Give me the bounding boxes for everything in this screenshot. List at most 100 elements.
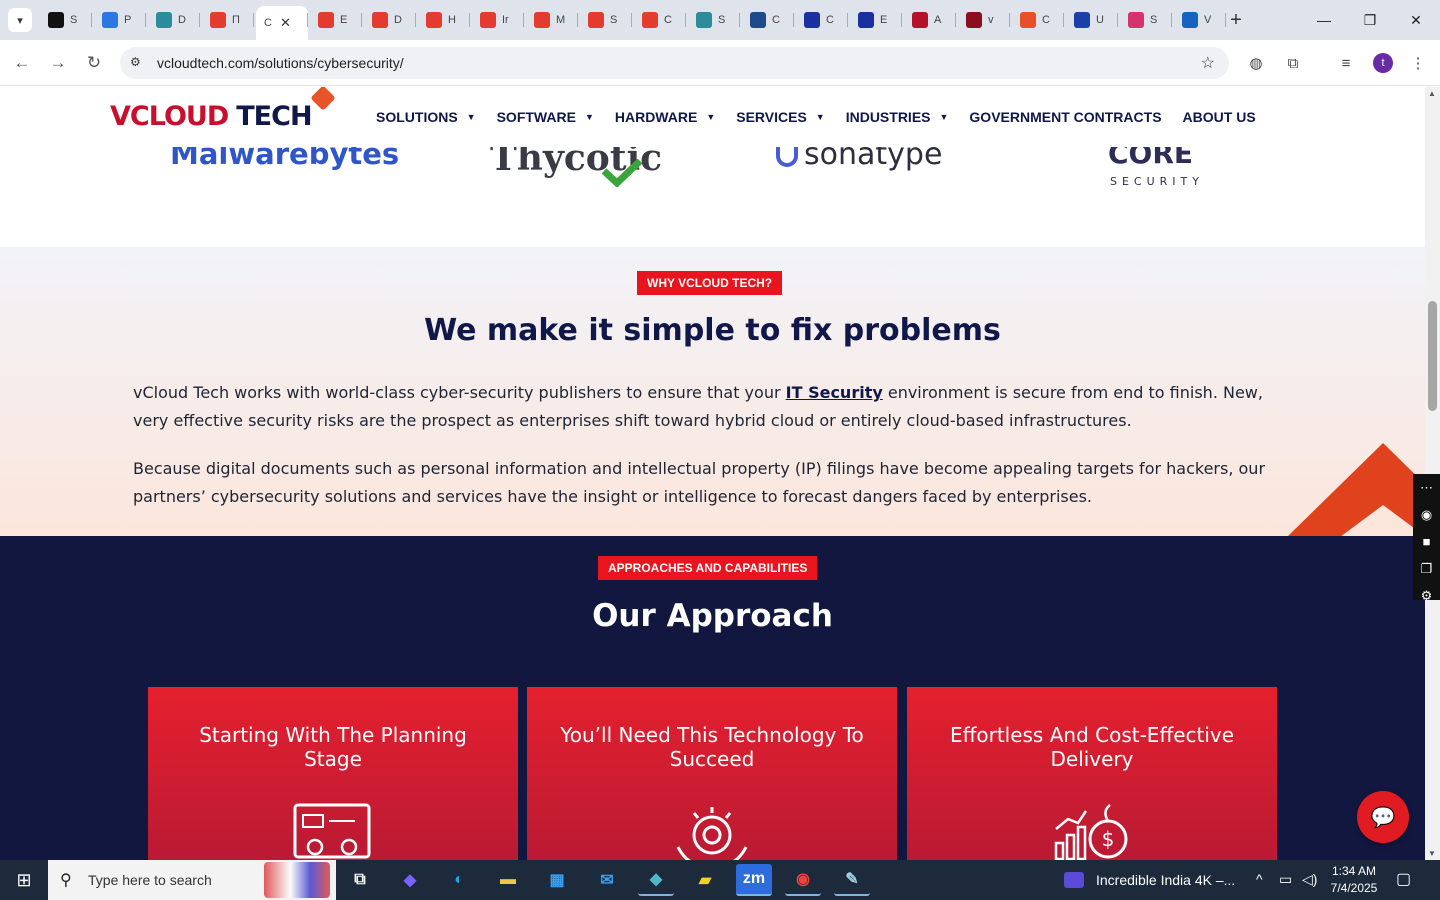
browser-tab[interactable]: S	[580, 6, 632, 34]
browser-tab[interactable]: C	[1012, 6, 1064, 34]
nav-item-solutions[interactable]: SOLUTIONS ▼	[376, 109, 476, 125]
browser-tab[interactable]: P	[94, 6, 146, 34]
scrollbar-thumb[interactable]	[1428, 301, 1437, 411]
reload-button[interactable]: ↻	[82, 51, 106, 75]
tab-label: S	[718, 14, 726, 26]
more-options-icon[interactable]: ⋯	[1413, 474, 1440, 501]
volume-icon[interactable]: ◁)	[1302, 871, 1317, 888]
media-control-icon[interactable]: ≡	[1336, 53, 1356, 73]
sticky-notes-icon[interactable]: ▰	[687, 864, 723, 896]
browser-tab[interactable]: Ir	[472, 6, 524, 34]
approach-title: Our Approach	[592, 598, 833, 634]
caret-down-icon: ▼	[706, 112, 716, 122]
teal-app-icon[interactable]: ◆	[638, 864, 674, 896]
tab-search-button[interactable]: ▾	[8, 8, 32, 32]
maximize-button[interactable]: ❐	[1347, 0, 1393, 40]
tab-label: C	[664, 14, 672, 26]
browser-tab[interactable]: S	[688, 6, 740, 34]
browser-tab[interactable]: M	[526, 6, 578, 34]
browser-tab[interactable]: S	[1120, 6, 1172, 34]
browser-tab[interactable]: C ✕	[256, 6, 308, 40]
new-tab-button[interactable]: +	[1224, 8, 1248, 32]
copilot-icon[interactable]: ◆	[392, 864, 428, 896]
browser-tab[interactable]: C	[742, 6, 794, 34]
network-icon[interactable]: ▭	[1279, 871, 1292, 888]
microsoft-store-icon[interactable]: ▦	[539, 864, 575, 896]
browser-tab[interactable]: v	[958, 6, 1010, 34]
task-view-icon[interactable]: ⧉	[342, 864, 378, 896]
browser-tab[interactable]: D	[148, 6, 200, 34]
thycotic-logo: Thycotic	[490, 147, 662, 187]
site-info-icon[interactable]: ⚙	[130, 55, 141, 69]
browser-tab[interactable]: C	[796, 6, 848, 34]
nav-item-services[interactable]: SERVICES ▼	[736, 109, 824, 125]
it-security-link[interactable]: IT Security	[786, 383, 883, 402]
windows-start-icon[interactable]: ⊞	[0, 860, 48, 900]
nav-item-about-us[interactable]: ABOUT US	[1183, 109, 1256, 125]
paint-icon[interactable]: ✎	[834, 864, 870, 896]
video-camera-icon[interactable]: ■	[1413, 528, 1440, 555]
browser-tab-strip: ▾ S P D П C ✕ E D H Ir M S C S C C E Av C U S V + — ❐ ✕	[0, 0, 1440, 40]
card-title: Starting With The Planning Stage	[199, 723, 467, 771]
action-center-icon[interactable]: ▢	[1396, 869, 1411, 889]
camera-icon[interactable]: ◉	[1413, 501, 1440, 528]
nav-item-industries[interactable]: INDUSTRIES ▼	[846, 109, 949, 125]
mail-icon[interactable]: ✉	[589, 864, 625, 896]
vcloud-tech-logo[interactable]: V CLOUD TECH	[110, 87, 336, 133]
browser-tab[interactable]: V	[1174, 6, 1226, 34]
window-icon[interactable]: ❐	[1413, 555, 1440, 582]
nav-item-hardware[interactable]: HARDWARE ▼	[615, 109, 715, 125]
checkmark-icon	[602, 159, 642, 187]
taskbar-search-box[interactable]: ⚲ Type here to search	[48, 860, 336, 900]
tab-label: D	[394, 14, 402, 26]
red-tag-icon	[372, 12, 388, 28]
bookmark-star-icon[interactable]: ☆	[1201, 53, 1215, 73]
browser-tab[interactable]: E	[310, 6, 362, 34]
scroll-down-arrow-icon[interactable]: ▼	[1428, 849, 1436, 858]
card-title: Effortless And Cost-Effective Delivery	[949, 723, 1235, 771]
taskbar-clock[interactable]: 1:34 AM 7/4/2025	[1318, 863, 1390, 897]
red-tag-icon	[642, 12, 658, 28]
red-tag-icon	[480, 12, 496, 28]
translate-icon[interactable]: ◍	[1246, 53, 1266, 73]
caret-down-icon: ▼	[584, 112, 594, 122]
tab-separator	[685, 13, 686, 27]
close-tab-icon[interactable]: ✕	[280, 15, 291, 31]
browser-tab[interactable]: A	[904, 6, 956, 34]
browser-tab[interactable]: U	[1066, 6, 1118, 34]
extensions-icon[interactable]: ⧉	[1283, 53, 1303, 73]
tab-separator	[847, 13, 848, 27]
file-explorer-icon[interactable]: ▬	[490, 864, 526, 896]
zoom-icon[interactable]: zm	[736, 864, 772, 896]
nav-item-government-contracts[interactable]: GOVERNMENT CONTRACTS	[969, 109, 1161, 125]
browser-tab[interactable]: П	[202, 6, 254, 34]
menu-kebab-icon[interactable]: ⋮	[1408, 53, 1428, 73]
browser-tab[interactable]: H	[418, 6, 470, 34]
card-title: You’ll Need This Technology To Succeed	[560, 723, 864, 771]
browser-tab[interactable]: D	[364, 6, 416, 34]
minimize-button[interactable]: —	[1301, 0, 1347, 40]
media-notification[interactable]: Incredible India 4K –...	[1064, 860, 1235, 900]
chrome-icon[interactable]: ◉	[785, 864, 821, 896]
settings-gear-icon[interactable]: ⚙	[1413, 582, 1440, 609]
money-growth-icon: $	[1054, 804, 1128, 860]
nav-item-software[interactable]: SOFTWARE ▼	[497, 109, 594, 125]
chat-bubble-button[interactable]: 💬	[1357, 791, 1409, 843]
back-button[interactable]: ←	[10, 51, 34, 75]
profile-avatar[interactable]: t	[1373, 53, 1393, 73]
browser-tab[interactable]: S	[40, 6, 92, 34]
forward-button[interactable]: →	[46, 51, 70, 75]
speed-icon	[102, 12, 118, 28]
browser-tab[interactable]: E	[850, 6, 902, 34]
tab-separator	[253, 13, 254, 27]
edge-icon[interactable]: ◐	[441, 864, 477, 896]
red-tag-icon	[534, 12, 550, 28]
url-text[interactable]: vcloudtech.com/solutions/cybersecurity/	[157, 55, 404, 71]
address-bar[interactable]: ⚙ vcloudtech.com/solutions/cybersecurity…	[120, 47, 1229, 79]
close-window-button[interactable]: ✕	[1393, 0, 1439, 40]
red-tag-icon	[318, 12, 334, 28]
browser-tab[interactable]: C	[634, 6, 686, 34]
tray-overflow-icon[interactable]: ^	[1256, 871, 1263, 887]
check-pen-icon	[858, 12, 874, 28]
scroll-up-arrow-icon[interactable]: ▲	[1428, 89, 1436, 98]
